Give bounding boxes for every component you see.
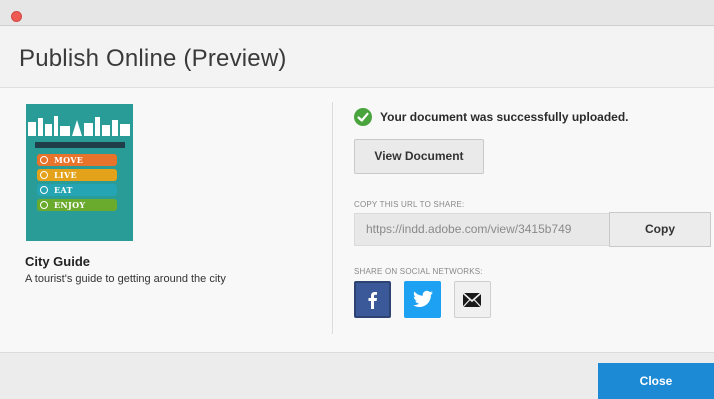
dialog-header: Publish Online (Preview) [0, 26, 714, 88]
email-icon [463, 293, 481, 307]
window-titlebar [0, 0, 714, 26]
move-icon [40, 156, 48, 164]
document-description: A tourist's guide to getting around the … [25, 273, 226, 285]
twitter-share-button[interactable] [404, 281, 441, 318]
check-circle-icon [354, 108, 372, 126]
document-title: City Guide [25, 254, 91, 269]
social-label: SHARE ON SOCIAL NETWORKS: [354, 267, 483, 276]
eat-icon [40, 186, 48, 194]
thumbnail-banner [35, 142, 125, 148]
vertical-divider [332, 102, 333, 334]
window-close-button[interactable] [11, 11, 22, 22]
facebook-icon [368, 292, 377, 309]
live-icon [40, 171, 48, 179]
cover-item-enjoy: ENJOY [37, 199, 117, 211]
view-document-button[interactable]: View Document [354, 139, 484, 174]
cover-item-eat: EAT [37, 184, 117, 196]
copy-button[interactable]: Copy [609, 212, 711, 247]
share-url-field[interactable]: https://indd.adobe.com/view/3415b749 [354, 213, 610, 246]
document-thumbnail: MOVE LIVE EAT ENJOY [26, 104, 133, 241]
skyline-graphic [28, 116, 130, 136]
twitter-icon [413, 290, 433, 307]
dialog-body: MOVE LIVE EAT ENJOY City Guide A tourist… [0, 88, 714, 352]
cover-item-move: MOVE [37, 154, 117, 166]
dialog-title: Publish Online (Preview) [19, 45, 287, 72]
email-share-button[interactable] [454, 281, 491, 318]
dialog-footer: Close [0, 352, 714, 399]
close-button[interactable]: Close [598, 363, 714, 399]
cover-item-live: LIVE [37, 169, 117, 181]
facebook-share-button[interactable] [354, 281, 391, 318]
url-label: COPY THIS URL TO SHARE: [354, 200, 465, 209]
enjoy-icon [40, 201, 48, 209]
